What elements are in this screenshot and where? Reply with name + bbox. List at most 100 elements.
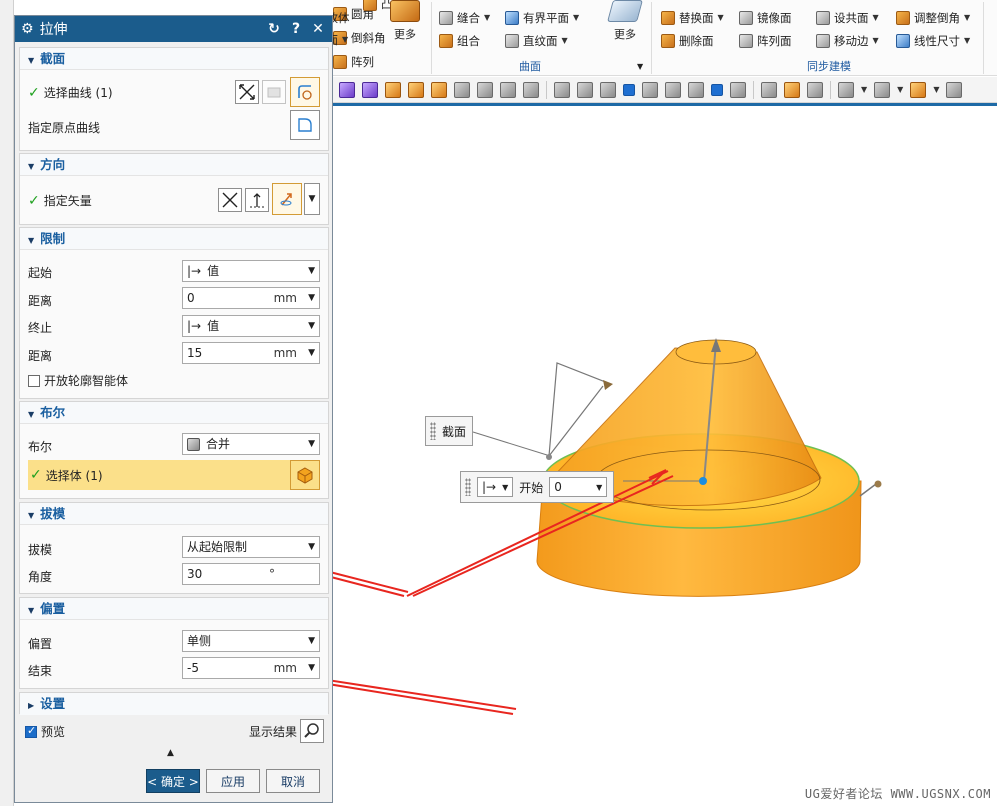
open-profile-checkbox[interactable]: 开放轮廓智能体 [28,372,128,389]
apply-button[interactable]: 应用 [206,769,260,793]
tool-icon-7[interactable] [477,81,493,98]
ribbon-ruled[interactable]: 直纹面 ▼ [505,31,568,51]
surface-more-icon [607,0,643,22]
section-header[interactable]: ▼ 截面 [20,48,328,70]
bounded-plane-icon [505,11,519,25]
rotate-icon[interactable] [454,81,470,98]
tool-icon-23[interactable] [946,81,963,98]
ribbon-pattern-face[interactable]: 阵列面 [739,31,792,51]
boolean-header[interactable]: ▼ 布尔 [20,402,328,424]
tool-icon-15[interactable] [688,81,704,98]
section-callout[interactable]: 截面 [425,416,474,446]
vector-dropdown-button[interactable]: ▼ [304,183,320,215]
help-icon[interactable]: ? [288,21,304,37]
measure-icon[interactable] [761,81,777,98]
ribbon-offset-face[interactable]: 置面▼ [333,30,348,50]
fit-view-icon[interactable] [874,81,891,98]
collapse-arrow-icon[interactable]: ▲ [167,748,174,758]
tool-icon-16[interactable] [730,81,746,98]
drag-grip[interactable] [430,422,436,440]
origin-curve-button[interactable] [290,110,320,140]
start-value-mini-input[interactable]: 0 ▼ [549,477,608,497]
shade-icon-1[interactable] [554,81,570,98]
start-select[interactable]: |→ 值 ▼ [182,260,320,282]
angle-input[interactable]: 30 ° [182,563,320,585]
ribbon-combine[interactable]: 组合 [439,31,480,51]
ribbon-delete-face[interactable]: 删除面 [661,31,714,51]
tool-icon-1[interactable] [339,81,355,98]
cancel-button[interactable]: 取消 [266,769,320,793]
start-onscreen-input[interactable]: |→ ▼ 开始 0 ▼ [460,471,615,503]
reverse-direction-button[interactable] [218,188,242,212]
adjust-blend-icon [896,11,910,25]
tool-icon-18[interactable] [784,81,800,98]
ribbon-scale-body[interactable]: 缩放体 [333,8,350,28]
offset-select[interactable]: 单侧 ▼ [182,630,320,652]
draft-header[interactable]: ▼ 拔模 [20,503,328,525]
offset-handle[interactable] [859,483,877,497]
collapse-icon: ▼ [28,162,35,171]
tool-icon-5[interactable] [431,81,447,98]
offset-header[interactable]: ▼ 偏置 [20,598,328,620]
filter-checkbox-2[interactable] [711,83,723,96]
filter-checkbox-1[interactable] [623,83,635,96]
eye-icon[interactable] [838,81,854,98]
origin-point[interactable] [699,477,707,485]
tool-icon-13[interactable] [642,81,658,98]
distance2-input[interactable]: 15 mm ▼ [182,342,320,364]
tool-icon-3[interactable] [385,81,401,98]
tool-icon-2[interactable] [362,81,378,98]
offset-end-input[interactable]: -5 mm ▼ [182,657,320,679]
ribbon-sew[interactable]: 缝合 ▼ [439,8,490,28]
ribbon-move-edge[interactable]: 移动边 ▼ [816,31,879,51]
boolean-select[interactable]: 合并 ▼ [182,433,320,455]
distance1-input[interactable]: 0 mm ▼ [182,287,320,309]
boss-icon [363,0,377,11]
draft-section: ▼ 拔模 拔模 从起始限制 ▼ 角度 30 ° [19,502,329,594]
tool-icon-19[interactable] [807,81,823,98]
shade-icon-2[interactable] [577,81,593,98]
ribbon-coplanar[interactable]: 设共面 ▼ [816,8,879,28]
select-body-row[interactable]: ✓ 选择体 (1) [28,460,320,490]
preview-checkbox[interactable]: 预览 [25,723,65,740]
sketch-section-button[interactable] [262,80,286,104]
settings-header[interactable]: ▶ 设置 [20,693,328,715]
show-result-button[interactable] [300,719,324,743]
start-limit-mini-select[interactable]: |→ ▼ [477,477,514,497]
ribbon-replace-face[interactable]: 替换面 ▼ [661,8,724,28]
ribbon-more-features[interactable]: 更多 [385,0,425,42]
ribbon-mirror-face[interactable]: 镜像面 [739,8,792,28]
boolean-section: ▼ 布尔 布尔 合并 ▼ ✓ 选择体 (1) [19,401,329,499]
graphics-viewport[interactable]: 截面 |→ ▼ 开始 0 ▼ [333,106,997,806]
tool-icon-9[interactable] [523,81,539,98]
select-body-button[interactable] [290,460,320,490]
end-limit-icon: |→ [187,319,202,333]
curve-rule-button[interactable] [235,80,259,104]
reset-icon[interactable]: ↻ [266,21,282,37]
direction-header[interactable]: ▼ 方向 [20,154,328,176]
end-select[interactable]: |→ 值 ▼ [182,315,320,337]
draft-select[interactable]: 从起始限制 ▼ [182,536,320,558]
inferred-vector-button[interactable] [272,183,302,215]
curve-select-button[interactable] [290,77,320,107]
tool-icon-4[interactable] [408,81,424,98]
gear-icon[interactable]: ⚙ [21,21,34,37]
collapse-icon: ▼ [28,606,35,615]
tool-icon-8[interactable] [500,81,516,98]
tool-icon-22[interactable] [910,81,927,98]
ribbon-more-surface[interactable]: 更多 [605,0,645,42]
ribbon-linear-dim[interactable]: 线性尺寸 ▼ [896,31,970,51]
specify-vector-row[interactable]: ✓ 指定矢量 [28,192,92,209]
ribbon-adjust-blend[interactable]: 调整倒角 ▼ [896,8,970,28]
tool-icon-14[interactable] [665,81,681,98]
limits-header[interactable]: ▼ 限制 [20,228,328,250]
start-limit-icon: |→ [482,480,497,494]
ribbon-bounded-plane[interactable]: 有界平面 ▼ [505,8,579,28]
ribbon-pattern[interactable]: 阵列 [333,52,374,72]
shade-icon-3[interactable] [600,81,616,98]
drag-grip[interactable] [465,478,471,496]
vector-dialog-button[interactable] [245,188,269,212]
ok-button[interactable]: < 确定 > [146,769,200,793]
close-icon[interactable]: ✕ [310,21,326,37]
select-curve-row[interactable]: ✓ 选择曲线 (1) [28,84,113,101]
